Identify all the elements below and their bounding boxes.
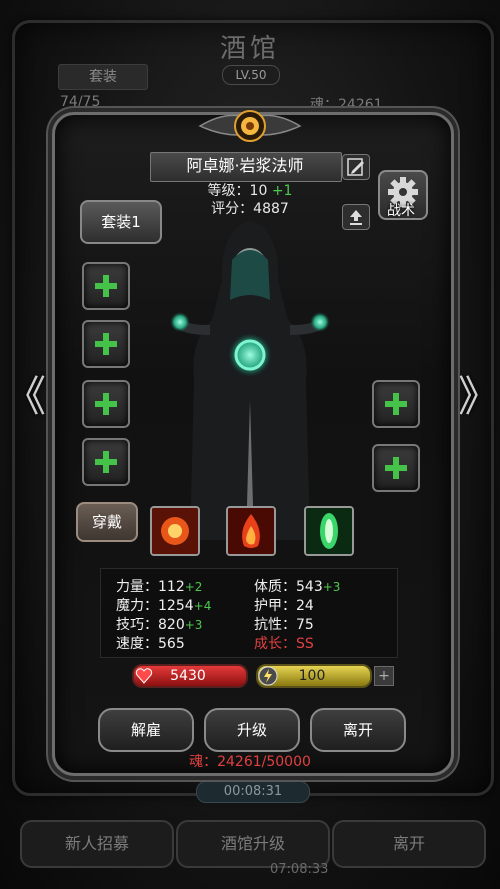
bg-tavern-upgrade-button: 酒馆升级 [176,820,330,868]
energy-value: 100 [298,668,326,684]
stat-growth: 成长：SS [254,636,314,652]
ring-slot[interactable] [82,380,130,428]
level-label: 等级：10 [207,183,268,199]
dismiss-button[interactable]: 解雇 [98,708,194,752]
hp-value: 5430 [170,668,206,684]
stat-constitution: 体质：543+3 [254,579,341,595]
flame-icon [228,508,274,554]
add-icon [385,393,407,415]
weapon-slot[interactable] [82,262,130,310]
upgrade-button[interactable]: 升级 [204,708,300,752]
next-hero-arrow[interactable]: 》 [458,372,500,422]
skill-flame[interactable] [226,506,276,556]
tavern-title: 酒馆 [219,34,280,64]
add-energy-button[interactable]: + [374,666,394,686]
stat-skill: 技巧：820+3 [116,617,203,633]
tactic-label: 战术 [387,203,415,219]
stat-magic: 魔力：1254+4 [116,598,212,614]
fire-burst-icon [152,508,198,554]
level-bonus: +1 [271,183,293,199]
stat-armor: 护甲：24 [254,598,314,614]
weapon-slot-icon [95,275,117,297]
bg-timer: 00:08:31 [196,781,310,803]
hero-name: 阿卓娜·岩浆法师 [186,156,304,175]
green-light-icon [306,508,352,554]
add-icon [385,457,407,479]
amulet-slot-icon [95,451,117,473]
stat-strength: 力量：112+2 [116,579,203,595]
bg-leave-button: 离开 [332,820,486,868]
bg-set-tab: 套装 [58,64,148,90]
bg-level-badge: LV.50 [222,65,280,85]
skill-fire-burst[interactable] [150,506,200,556]
equip-button[interactable]: 穿戴 [76,502,138,542]
armor-slot-icon [95,333,117,355]
amulet-slot[interactable] [82,438,130,486]
ring-slot-icon [95,393,117,415]
bg-timer-2: 07:08:33 [270,862,329,877]
armor-slot[interactable] [82,320,130,368]
bg-recruit-button: 新人招募 [20,820,174,868]
bg-soul-count: 魂：24261 [310,97,383,113]
prev-hero-arrow[interactable]: 《 [4,372,46,422]
leave-button[interactable]: 离开 [310,708,406,752]
edit-name-button[interactable] [342,154,370,180]
edit-icon [347,158,364,176]
stat-resistance: 抗性：75 [254,617,314,633]
accessory-slot-2[interactable] [372,444,420,492]
skill-green-light[interactable] [304,506,354,556]
soul-total: 魂：24261/50000 [189,754,311,770]
hero-portrait [170,220,330,540]
bg-hero-count: 74/75 [60,94,101,110]
emblem-icon [198,110,302,142]
stat-speed: 速度：565 [116,636,185,652]
accessory-slot-1[interactable] [372,380,420,428]
